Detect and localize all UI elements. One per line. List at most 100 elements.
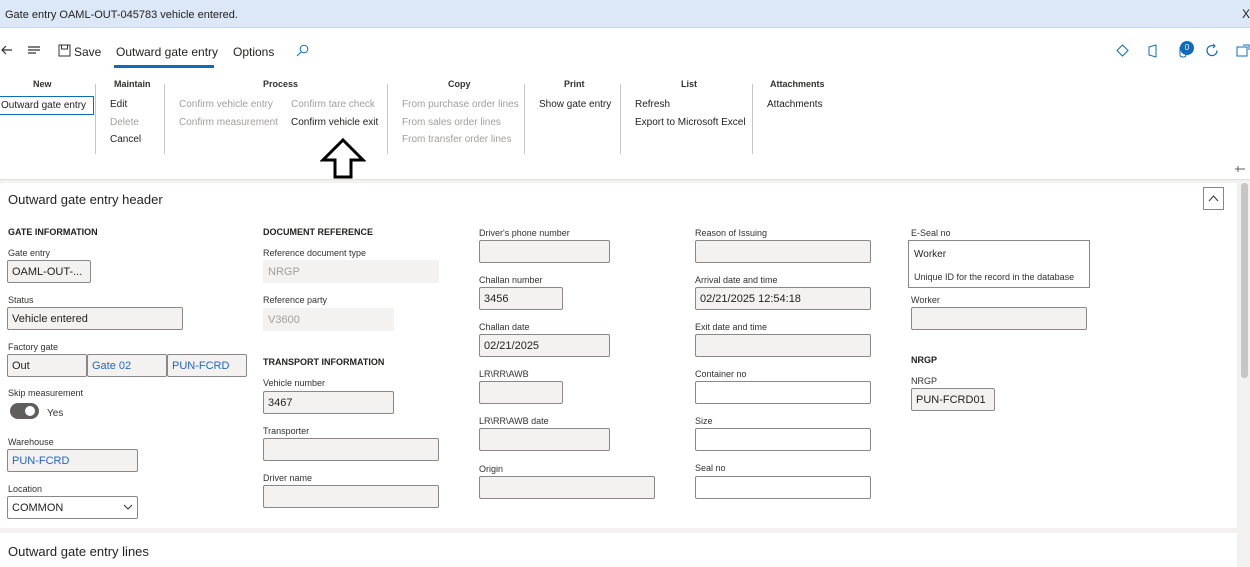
tooltip-text: Unique ID for the record in the database [914, 272, 1075, 282]
message-close-icon[interactable]: X [1242, 7, 1250, 21]
lr-date-field[interactable] [479, 428, 610, 451]
tab-options[interactable]: Options [233, 45, 274, 59]
nrgp-title: NRGP [911, 355, 938, 365]
driver-phone-label: Driver's phone number [479, 228, 570, 238]
save-button[interactable]: Save [74, 45, 101, 59]
challan-date-label: Challan date [479, 322, 530, 332]
gate-field[interactable]: Gate 02 [87, 354, 167, 377]
from-purchase-order-lines-button[interactable]: From purchase order lines [402, 99, 519, 110]
reason-of-issuing-field[interactable] [695, 240, 871, 263]
location-select[interactable]: COMMON [7, 496, 138, 519]
group-title-maintain: Maintain [114, 79, 151, 89]
confirm-measurement-button[interactable]: Confirm measurement [179, 117, 278, 128]
chevron-up-icon [1208, 195, 1219, 202]
confirm-vehicle-entry-button[interactable]: Confirm vehicle entry [179, 99, 273, 110]
reference-document-type-field: NRGP [263, 260, 439, 283]
transporter-label: Transporter [263, 426, 310, 436]
container-no-field[interactable] [695, 381, 871, 404]
exit-date-field[interactable] [695, 334, 871, 357]
seal-no-field[interactable] [695, 476, 871, 499]
tooltip-title: Worker [914, 249, 947, 260]
origin-label: Origin [479, 464, 504, 474]
toggle-knob [25, 406, 35, 416]
exit-date-label: Exit date and time [695, 322, 768, 332]
arrival-date-field[interactable]: 02/21/2025 12:54:18 [695, 287, 871, 310]
location-value: COMMON [12, 502, 64, 514]
refresh-button[interactable]: Refresh [635, 99, 670, 110]
reference-party-field: V3600 [263, 308, 394, 331]
hamburger-icon[interactable] [27, 44, 41, 56]
lines-title: Outward gate entry lines [8, 544, 149, 559]
challan-number-field[interactable]: 3456 [479, 287, 563, 310]
gate-entry-field[interactable]: OAML-OUT-... [7, 260, 91, 283]
site-field[interactable]: PUN-FCRD [167, 354, 247, 377]
up-arrow-annotation-icon [320, 138, 366, 179]
back-arrow-icon[interactable] [0, 44, 14, 56]
attachment-count-badge: 0 [1180, 41, 1194, 55]
header-panel: Outward gate entry header GATE INFORMATI… [0, 183, 1237, 528]
skip-measurement-label: Skip measurement [8, 388, 84, 398]
open-new-window-icon[interactable] [1236, 44, 1250, 57]
chevron-down-icon [123, 504, 133, 510]
show-gate-entry-button[interactable]: Show gate entry [539, 99, 611, 110]
lr-field[interactable] [479, 381, 563, 404]
document-reference-title: DOCUMENT REFERENCE [263, 227, 374, 237]
from-sales-order-lines-button[interactable]: From sales order lines [402, 117, 501, 128]
factory-gate-label: Factory gate [8, 342, 59, 352]
reference-document-type-label: Reference document type [263, 248, 367, 258]
lr-date-label: LR\RR\AWB date [479, 416, 549, 426]
skip-measurement-toggle[interactable] [10, 403, 39, 419]
size-label: Size [695, 416, 713, 426]
gate-entry-label: Gate entry [8, 248, 51, 258]
separator [620, 84, 621, 154]
header-title: Outward gate entry header [8, 192, 163, 207]
challan-number-label: Challan number [479, 275, 543, 285]
from-transfer-order-lines-button[interactable]: From transfer order lines [402, 134, 511, 145]
gate-information-title: GATE INFORMATION [8, 227, 98, 237]
group-title-attachments: Attachments [770, 79, 825, 89]
search-icon[interactable] [296, 44, 309, 57]
worker-label: Worker [911, 295, 940, 305]
attachments-button[interactable]: Attachments [767, 99, 823, 110]
vehicle-number-field[interactable]: 3467 [263, 391, 394, 414]
transport-information-title: TRANSPORT INFORMATION [263, 357, 385, 367]
group-title-new: New [33, 79, 52, 89]
status-field[interactable]: Vehicle entered [7, 307, 183, 330]
size-field[interactable] [695, 428, 871, 451]
pin-icon[interactable] [1234, 165, 1246, 173]
driver-phone-field[interactable] [479, 240, 610, 263]
cancel-button[interactable]: Cancel [110, 134, 141, 145]
driver-name-label: Driver name [263, 473, 313, 483]
nrgp-field[interactable]: PUN-FCRD01 [911, 388, 995, 411]
driver-name-field[interactable] [263, 485, 439, 508]
seal-no-label: Seal no [695, 463, 726, 473]
lr-label: LR\RR\AWB [479, 369, 529, 379]
collapse-button[interactable] [1203, 187, 1224, 210]
delete-button[interactable]: Delete [110, 117, 139, 128]
reference-party-label: Reference party [263, 295, 328, 305]
message-bar: Gate entry OAML-OUT-045783 vehicle enter… [0, 0, 1250, 28]
transporter-field[interactable] [263, 438, 439, 461]
tab-outward-gate-entry[interactable]: Outward gate entry [116, 45, 218, 59]
separator [387, 84, 388, 154]
office-icon[interactable] [1147, 44, 1159, 58]
action-pane: New Outward gate entry Maintain Edit Del… [0, 68, 1250, 180]
challan-date-field[interactable]: 02/21/2025 [479, 334, 610, 357]
separator [164, 84, 165, 154]
origin-field[interactable] [479, 476, 655, 499]
vertical-scrollbar[interactable] [1241, 183, 1248, 378]
factory-gate-field[interactable]: Out [7, 354, 87, 377]
export-to-excel-button[interactable]: Export to Microsoft Excel [635, 117, 746, 128]
lines-panel: Outward gate entry lines [0, 533, 1237, 567]
worker-field[interactable] [911, 307, 1087, 330]
new-outward-gate-entry-button[interactable]: Outward gate entry [0, 96, 95, 115]
confirm-vehicle-exit-button[interactable]: Confirm vehicle exit [291, 117, 378, 128]
edit-button[interactable]: Edit [110, 99, 127, 110]
confirm-tare-check-button[interactable]: Confirm tare check [291, 99, 375, 110]
nrgp-label: NRGP [911, 376, 938, 386]
group-title-list: List [681, 79, 698, 89]
refresh-icon[interactable] [1205, 43, 1220, 58]
e-seal-no-label: E-Seal no [911, 228, 951, 238]
diamond-icon[interactable] [1116, 44, 1129, 57]
warehouse-field[interactable]: PUN-FCRD [7, 449, 138, 472]
